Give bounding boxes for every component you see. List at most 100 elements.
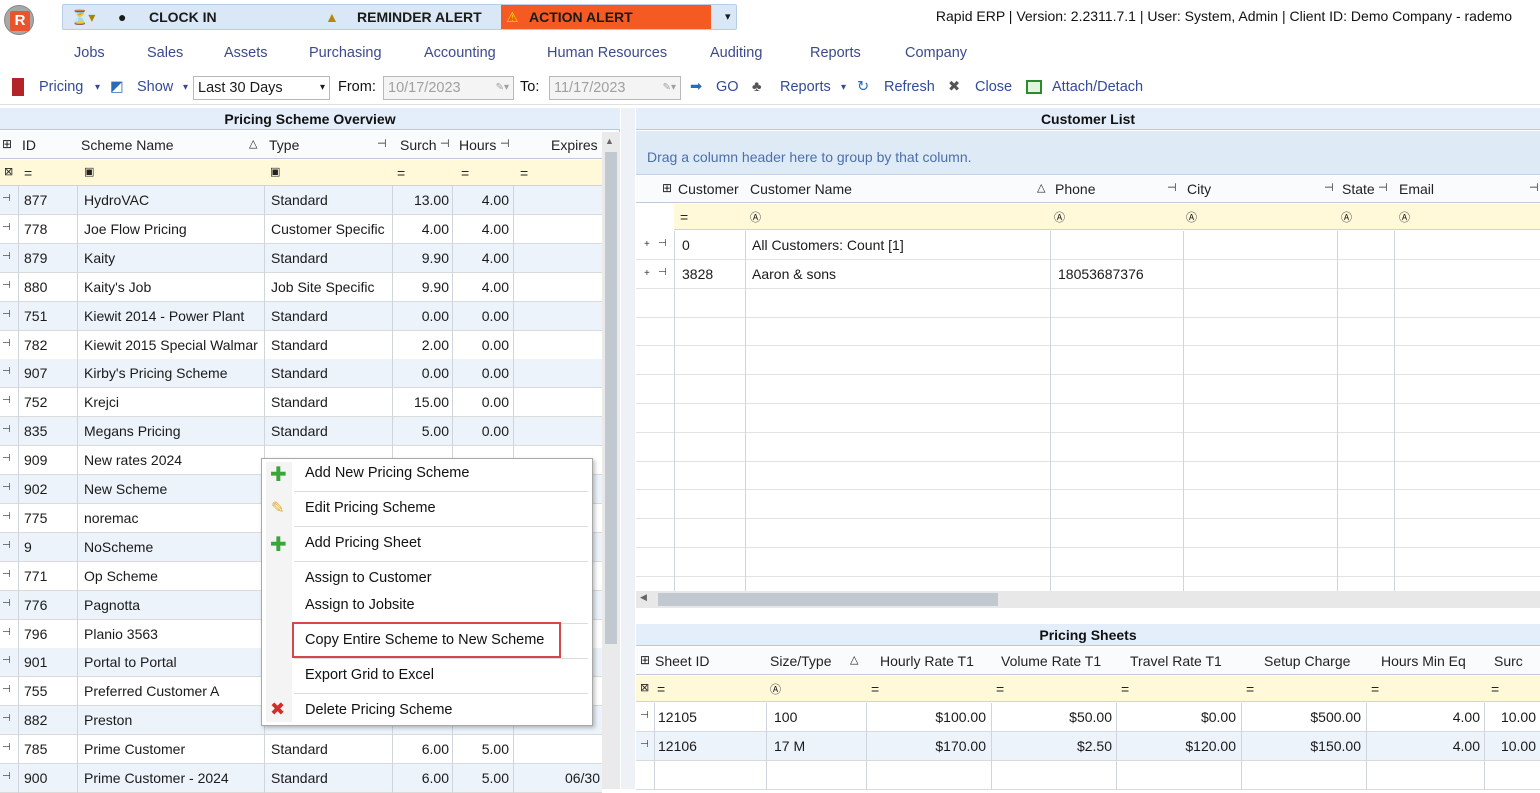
- sheet-row[interactable]: ⊣ 12106 17 M $170.00 $2.50 $120.00 $150.00 4.00…: [636, 732, 1540, 761]
- col-id[interactable]: ID: [22, 137, 36, 153]
- row-pin-icon[interactable]: ⊣: [640, 711, 650, 721]
- filter-row[interactable]: ⊠ = ▣ ▣ = = =: [0, 160, 602, 186]
- menu-edit-pricing-scheme[interactable]: Edit Pricing Scheme: [305, 500, 436, 516]
- filter-operator-icon[interactable]: Ⓐ: [750, 209, 761, 225]
- row-pin-icon[interactable]: ⊣: [2, 685, 12, 695]
- col-hourly-rate[interactable]: Hourly Rate T1: [880, 653, 974, 669]
- col-size-type[interactable]: Size/Type: [770, 653, 831, 669]
- col-travel-rate[interactable]: Travel Rate T1: [1130, 653, 1222, 669]
- filter-operator-icon[interactable]: =: [996, 681, 1004, 697]
- attach-detach-button[interactable]: Attach/Detach: [1052, 79, 1143, 95]
- scheme-row[interactable]: ⊣ 907 Kirby's Pricing Scheme Standard 0.00 0.…: [0, 359, 602, 389]
- row-pin-icon[interactable]: ⊣: [2, 743, 12, 753]
- customer-row[interactable]: + ⊣ 0 All Customers: Count [1]: [636, 231, 1540, 260]
- col-setup-charge[interactable]: Setup Charge: [1264, 653, 1350, 669]
- filter-operator-icon[interactable]: =: [397, 165, 405, 181]
- filter-operator-icon[interactable]: =: [520, 165, 528, 181]
- row-pin-icon[interactable]: ⊣: [2, 280, 12, 291]
- chevron-down-icon[interactable]: ▾: [841, 82, 846, 93]
- col-sheet-id[interactable]: Sheet ID: [655, 653, 709, 669]
- filter-operator-icon[interactable]: Ⓐ: [1054, 209, 1065, 225]
- menu-jobs[interactable]: Jobs: [74, 45, 105, 61]
- horizontal-scrollbar[interactable]: ◀: [636, 591, 1540, 608]
- row-pin-icon[interactable]: ⊣: [2, 656, 12, 666]
- clock-in-button[interactable]: CLOCK IN: [149, 5, 317, 29]
- pin-icon[interactable]: ⊣: [1529, 181, 1539, 194]
- scroll-left-icon[interactable]: ◀: [640, 592, 647, 603]
- menu-purchasing[interactable]: Purchasing: [309, 45, 382, 61]
- row-pin-icon[interactable]: ⊣: [2, 396, 12, 406]
- col-surc[interactable]: Surc: [1494, 653, 1523, 669]
- filter-operator-icon[interactable]: =: [680, 209, 688, 225]
- expand-icon[interactable]: +: [644, 268, 654, 279]
- menu-sales[interactable]: Sales: [147, 45, 183, 61]
- row-pin-icon[interactable]: ⊣: [658, 267, 668, 278]
- from-date-field[interactable]: 10/17/2023 ✎▾: [383, 76, 514, 100]
- scroll-thumb[interactable]: [658, 593, 998, 606]
- filter-operator-icon[interactable]: =: [657, 681, 665, 697]
- row-pin-icon[interactable]: ⊣: [2, 714, 12, 724]
- pin-icon[interactable]: ⊣: [440, 137, 450, 150]
- reminder-alert-button[interactable]: REMINDER ALERT: [357, 5, 482, 29]
- pin-icon[interactable]: ⊣: [377, 137, 387, 150]
- col-volume-rate[interactable]: Volume Rate T1: [1001, 653, 1101, 669]
- scroll-up-icon[interactable]: ▲: [605, 136, 614, 146]
- action-alert-button[interactable]: ACTION ALERT: [501, 5, 711, 29]
- col-surch[interactable]: Surch: [400, 137, 437, 153]
- menu-assign-to-customer[interactable]: Assign to Customer: [305, 570, 432, 586]
- scroll-thumb[interactable]: [605, 152, 617, 644]
- row-pin-icon[interactable]: ⊣: [2, 454, 12, 464]
- filter-row[interactable]: = Ⓐ Ⓐ Ⓐ Ⓐ Ⓐ: [674, 204, 1540, 230]
- scheme-row[interactable]: ⊣ 778 Joe Flow Pricing Customer Specific 4.0…: [0, 214, 602, 244]
- scheme-row[interactable]: ⊣ 752 Krejci Standard 15.00 0.00: [0, 388, 602, 418]
- menu-add-new-pricing-scheme[interactable]: Add New Pricing Scheme: [305, 465, 469, 481]
- date-range-select[interactable]: Last 30 Days ▾: [193, 76, 330, 100]
- menu-export-grid-to-excel[interactable]: Export Grid to Excel: [305, 667, 434, 683]
- pin-icon[interactable]: ⊣: [500, 137, 510, 150]
- col-hours[interactable]: Hours: [459, 137, 496, 153]
- menu-delete-pricing-scheme[interactable]: Delete Pricing Scheme: [305, 702, 453, 718]
- menu-add-pricing-sheet[interactable]: Add Pricing Sheet: [305, 535, 421, 551]
- pin-icon[interactable]: ⊣: [1324, 181, 1334, 194]
- col-email[interactable]: Email: [1399, 181, 1434, 197]
- scheme-row[interactable]: ⊣ 880 Kaity's Job Job Site Specific 9.90 4.00: [0, 272, 602, 302]
- chevron-down-icon[interactable]: ▾: [95, 82, 100, 93]
- filter-operator-icon[interactable]: Ⓐ: [1399, 209, 1410, 225]
- filter-operator-icon[interactable]: =: [1371, 681, 1379, 697]
- menu-assign-to-jobsite[interactable]: Assign to Jobsite: [305, 597, 415, 613]
- col-customer[interactable]: Customer: [678, 181, 739, 197]
- close-button[interactable]: Close: [975, 79, 1012, 95]
- scheme-row[interactable]: ⊣ 785 Prime Customer Standard 6.00 5.00: [0, 735, 602, 765]
- row-pin-icon[interactable]: ⊣: [2, 540, 12, 551]
- filter-operator-icon[interactable]: ▣: [270, 165, 280, 178]
- menu-accounting[interactable]: Accounting: [424, 45, 496, 61]
- scheme-row[interactable]: ⊣ 751 Kiewit 2014 - Power Plant Standard 0.0…: [0, 301, 602, 331]
- col-customer-name[interactable]: Customer Name: [750, 181, 852, 197]
- row-pin-icon[interactable]: ⊣: [2, 309, 12, 320]
- filter-operator-icon[interactable]: =: [461, 165, 469, 181]
- filter-operator-icon[interactable]: Ⓐ: [770, 681, 781, 697]
- filter-clear-icon[interactable]: ⊠: [4, 165, 13, 178]
- row-pin-icon[interactable]: ⊣: [640, 740, 650, 750]
- pin-icon[interactable]: ⊣: [1167, 181, 1177, 194]
- expand-icon[interactable]: +: [644, 240, 654, 250]
- menu-company[interactable]: Company: [905, 45, 967, 61]
- column-chooser-icon[interactable]: ⊞: [640, 653, 650, 667]
- filter-operator-icon[interactable]: =: [1121, 681, 1129, 697]
- scheme-row[interactable]: ⊣ 879 Kaity Standard 9.90 4.00: [0, 243, 602, 273]
- column-chooser-icon[interactable]: ⊞: [662, 181, 672, 195]
- row-pin-icon[interactable]: ⊣: [2, 367, 12, 377]
- menu-reports[interactable]: Reports: [810, 45, 861, 61]
- menu-auditing[interactable]: Auditing: [710, 45, 762, 61]
- pin-icon[interactable]: ⊣: [1378, 181, 1388, 194]
- menu-assets[interactable]: Assets: [224, 45, 268, 61]
- col-type[interactable]: Type: [269, 137, 299, 153]
- filter-operator-icon[interactable]: =: [1491, 681, 1499, 697]
- chevron-down-icon[interactable]: ▾: [183, 82, 188, 93]
- row-pin-icon[interactable]: ⊣: [2, 598, 12, 609]
- vertical-scrollbar[interactable]: ▲: [602, 132, 620, 789]
- row-pin-icon[interactable]: ⊣: [2, 569, 12, 580]
- scheme-row[interactable]: ⊣ 877 HydroVAC Standard 13.00 4.00: [0, 186, 602, 215]
- filter-clear-icon[interactable]: ⊠: [640, 681, 649, 694]
- col-phone[interactable]: Phone: [1055, 181, 1095, 197]
